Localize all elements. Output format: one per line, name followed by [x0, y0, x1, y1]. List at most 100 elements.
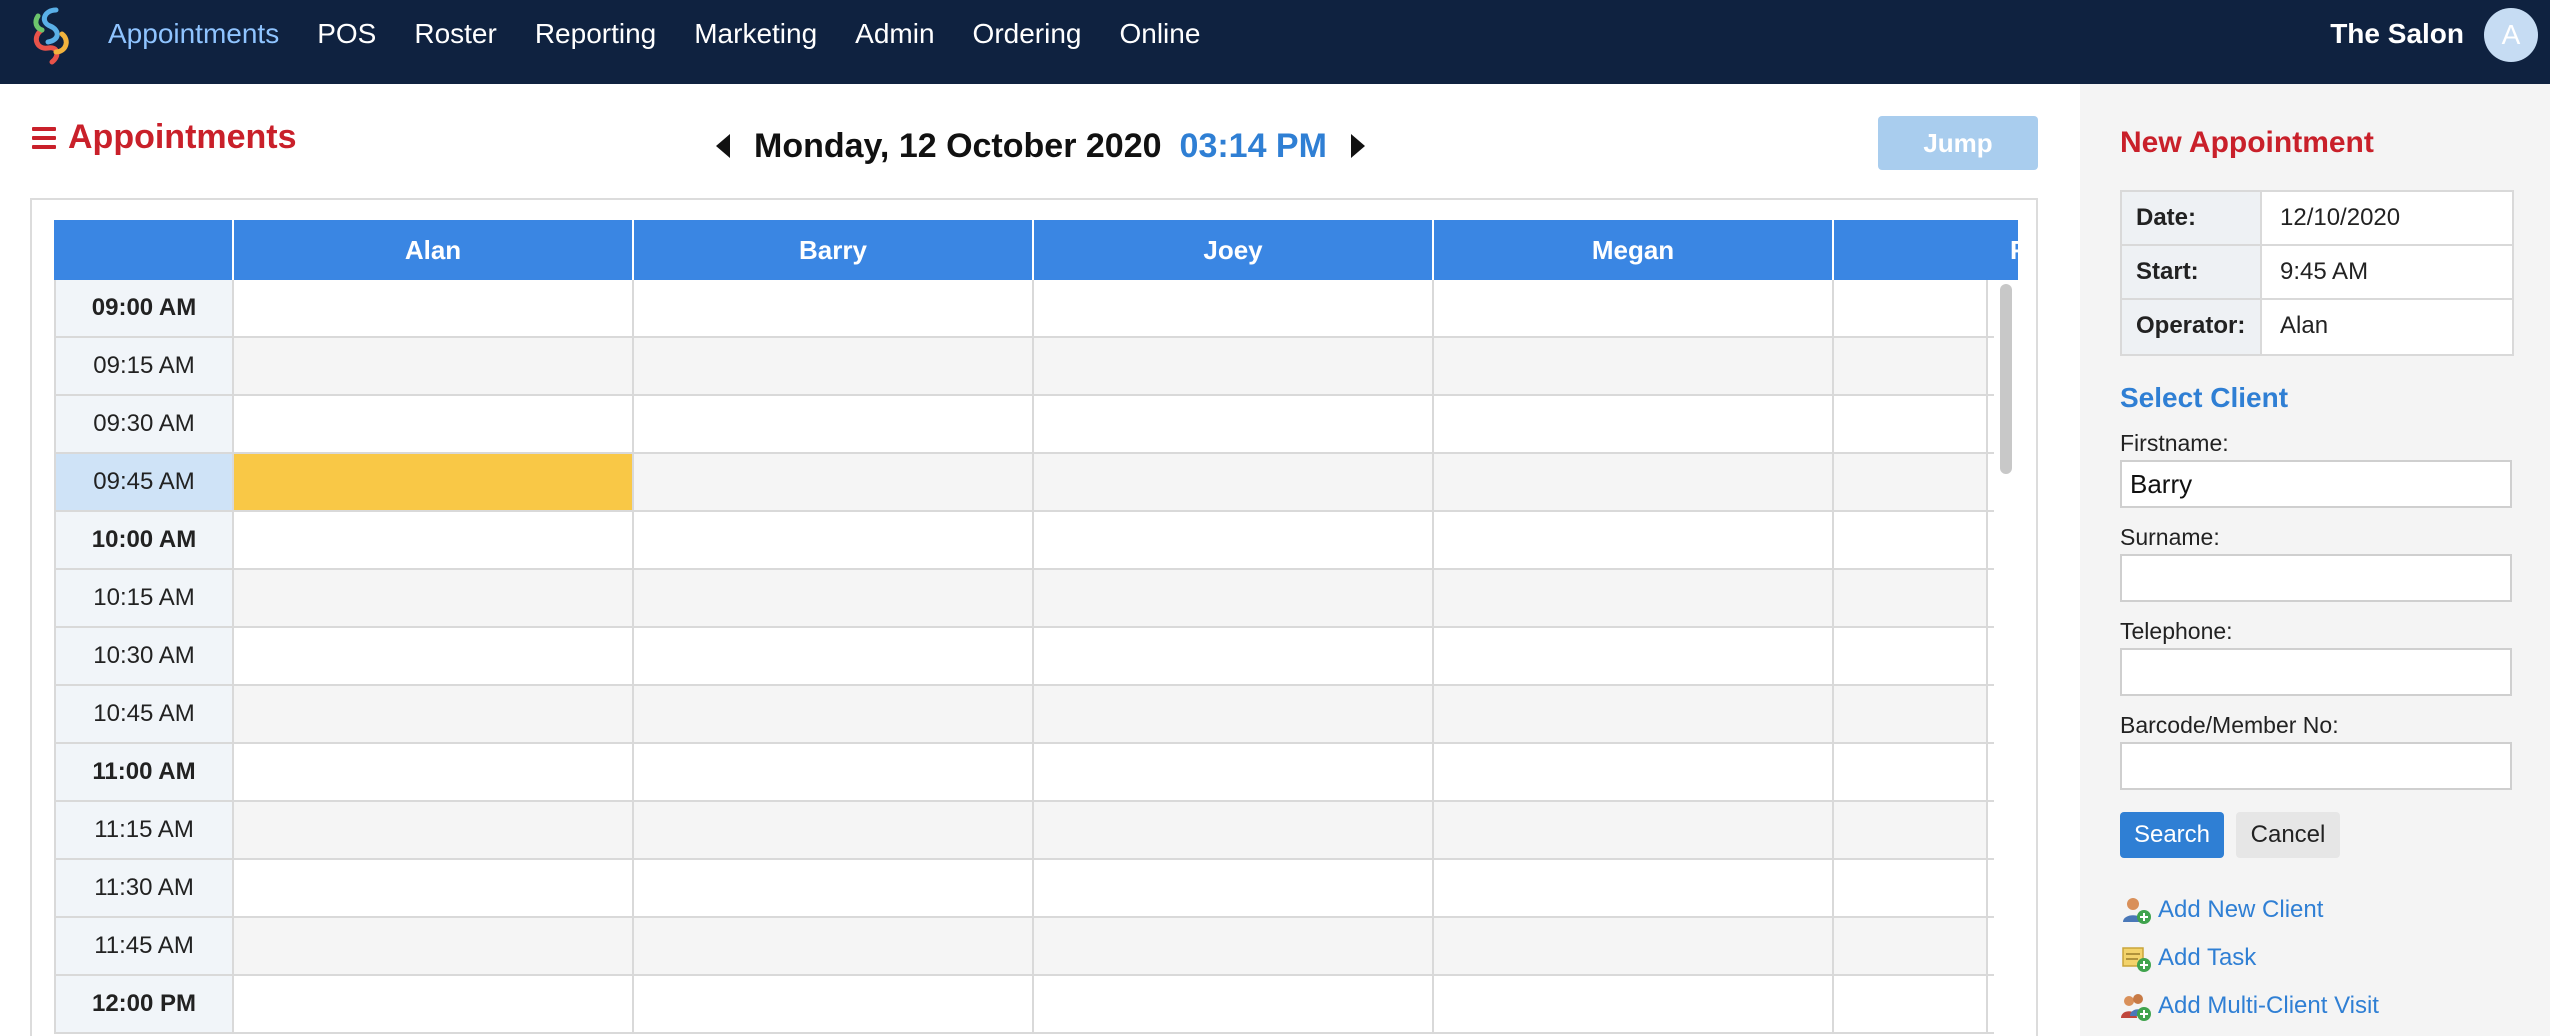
add-task-link[interactable]: Add Task [2120, 942, 2256, 974]
time-label: 10:45 AM [54, 686, 234, 742]
appointment-slot[interactable] [1034, 512, 1434, 568]
telephone-input[interactable] [2120, 648, 2512, 696]
appointment-slot[interactable] [634, 744, 1034, 800]
appointment-slot[interactable] [1434, 512, 1834, 568]
appointment-slot[interactable] [1834, 570, 1988, 626]
appointment-slot[interactable] [234, 570, 634, 626]
surname-input[interactable] [2120, 554, 2512, 602]
appointment-slot[interactable] [1834, 918, 1988, 974]
appointment-slot[interactable] [1434, 396, 1834, 452]
appointment-slot[interactable] [634, 918, 1034, 974]
appointment-slot[interactable] [1034, 918, 1434, 974]
appointment-slot[interactable] [1034, 976, 1434, 1032]
nav-pos[interactable]: POS [317, 18, 376, 50]
calendar-scrollbar[interactable] [1994, 280, 2018, 1036]
appointment-slot[interactable] [1434, 338, 1834, 394]
appointment-slot[interactable] [234, 512, 634, 568]
appointment-slot[interactable] [234, 280, 634, 336]
current-time[interactable]: 03:14 PM [1180, 127, 1327, 166]
appointment-slot[interactable] [234, 628, 634, 684]
appointment-slot[interactable] [634, 976, 1034, 1032]
appointment-slot[interactable] [634, 628, 1034, 684]
appointment-slot[interactable] [1834, 512, 1988, 568]
appointment-slot[interactable] [1434, 976, 1834, 1032]
appointment-slot[interactable] [634, 454, 1034, 510]
appointment-slot[interactable] [1034, 802, 1434, 858]
appointment-slot[interactable] [1834, 454, 1988, 510]
appointment-slot[interactable] [234, 860, 634, 916]
appointment-slot[interactable] [234, 338, 634, 394]
appointment-slot[interactable] [1434, 570, 1834, 626]
appointment-slot[interactable] [234, 396, 634, 452]
time-label: 10:30 AM [54, 628, 234, 684]
appointment-slot[interactable] [234, 686, 634, 742]
time-slot-row: 10:30 AM [54, 628, 2018, 686]
appointment-slot[interactable] [1434, 628, 1834, 684]
appointment-slot[interactable] [634, 860, 1034, 916]
nav-admin[interactable]: Admin [855, 18, 934, 50]
appointment-slot[interactable] [1834, 860, 1988, 916]
add-new-client-link[interactable]: Add New Client [2120, 894, 2323, 926]
appointment-slot[interactable] [634, 396, 1034, 452]
appointment-slot[interactable] [1834, 686, 1988, 742]
add-task-icon [2122, 947, 2151, 972]
appointment-slot[interactable] [1034, 744, 1434, 800]
appointment-slot[interactable] [234, 918, 634, 974]
appointment-slot[interactable] [1434, 918, 1834, 974]
appointment-slot[interactable] [1834, 628, 1988, 684]
barcode-input[interactable] [2120, 742, 2512, 790]
appointment-slot[interactable] [634, 512, 1034, 568]
appointment-slot[interactable] [1434, 280, 1834, 336]
appointment-slot[interactable] [1034, 628, 1434, 684]
appointment-slot[interactable] [634, 338, 1034, 394]
appointment-slot[interactable] [634, 570, 1034, 626]
appointment-slot[interactable] [1434, 860, 1834, 916]
appointment-slot[interactable] [1034, 454, 1434, 510]
surname-label: Surname: [2120, 524, 2220, 550]
appointment-slot[interactable] [1034, 570, 1434, 626]
appointment-slot[interactable] [634, 686, 1034, 742]
add-multi-client-visit-link[interactable]: Add Multi-Client Visit [2120, 990, 2379, 1022]
appointment-slot[interactable] [1434, 454, 1834, 510]
previous-day-arrow-icon[interactable] [716, 134, 730, 158]
nav-appointments[interactable]: Appointments [108, 18, 279, 50]
search-button[interactable]: Search [2120, 812, 2224, 858]
appointment-slot[interactable] [1034, 338, 1434, 394]
jump-button[interactable]: Jump [1878, 116, 2038, 170]
firstname-input[interactable] [2120, 460, 2512, 508]
nav-ordering[interactable]: Ordering [973, 18, 1082, 50]
salon-name[interactable]: The Salon [2330, 0, 2464, 68]
appointment-slot[interactable] [234, 976, 634, 1032]
nav-marketing[interactable]: Marketing [694, 18, 817, 50]
appointment-slot[interactable] [1434, 802, 1834, 858]
appointment-slot[interactable] [1834, 802, 1988, 858]
app-logo-icon[interactable] [26, 4, 78, 68]
cancel-button[interactable]: Cancel [2236, 812, 2340, 858]
appointment-slot[interactable] [1034, 280, 1434, 336]
appointment-slot[interactable] [234, 454, 634, 510]
appointment-slot[interactable] [1834, 976, 1988, 1032]
nav-online[interactable]: Online [1119, 18, 1200, 50]
info-label: Start: [2122, 246, 2262, 298]
appointment-slot[interactable] [1834, 280, 1988, 336]
page-title[interactable]: Appointments [32, 118, 297, 157]
appointment-slot[interactable] [1034, 396, 1434, 452]
nav-reporting[interactable]: Reporting [535, 18, 656, 50]
appointment-slot[interactable] [1834, 744, 1988, 800]
user-avatar[interactable]: A [2484, 8, 2538, 62]
scrollbar-thumb[interactable] [2000, 284, 2012, 474]
appointment-slot[interactable] [1434, 686, 1834, 742]
time-slot-row: 09:30 AM [54, 396, 2018, 454]
nav-roster[interactable]: Roster [414, 18, 496, 50]
appointment-slot[interactable] [1834, 396, 1988, 452]
appointment-slot[interactable] [1434, 744, 1834, 800]
appointment-slot[interactable] [234, 744, 634, 800]
appointment-slot[interactable] [1034, 686, 1434, 742]
appointment-slot[interactable] [634, 280, 1034, 336]
hamburger-menu-icon[interactable] [32, 126, 56, 149]
appointment-slot[interactable] [1834, 338, 1988, 394]
appointment-slot[interactable] [234, 802, 634, 858]
appointment-slot[interactable] [1034, 860, 1434, 916]
appointment-slot[interactable] [634, 802, 1034, 858]
next-day-arrow-icon[interactable] [1350, 134, 1365, 158]
